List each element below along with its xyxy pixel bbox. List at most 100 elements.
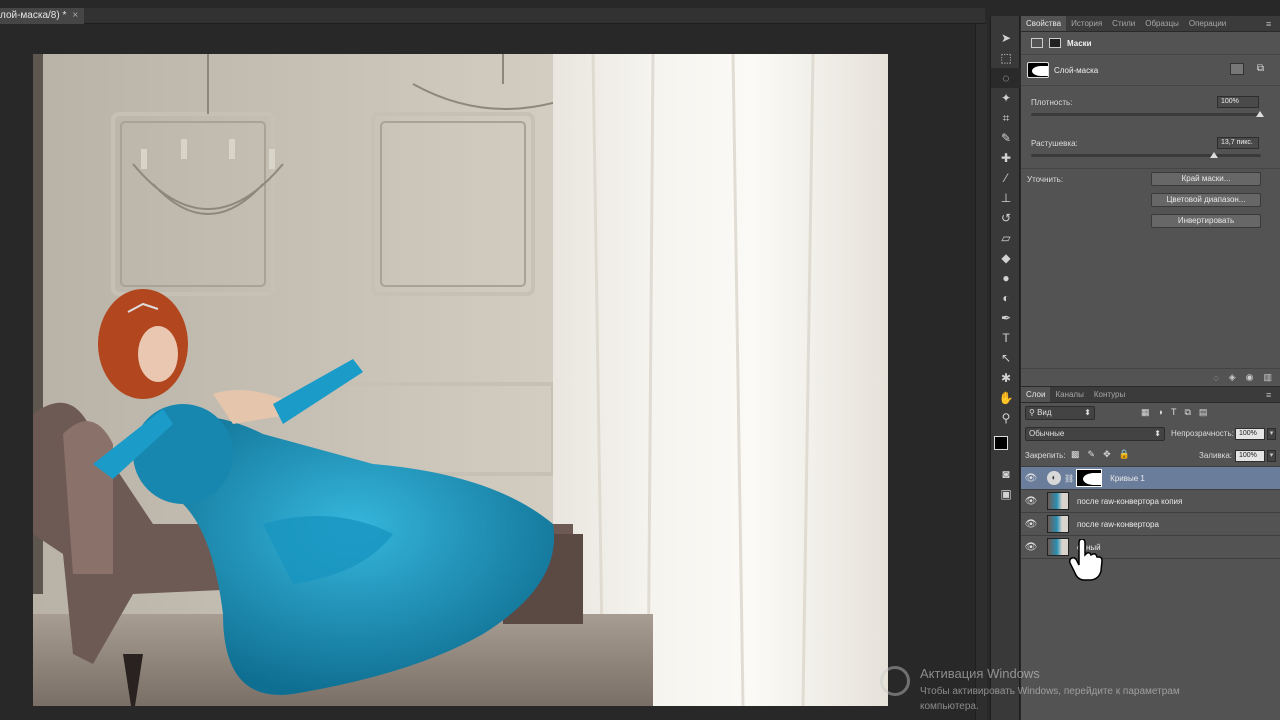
- layer-row-raw-copy[interactable]: 👁 после raw-конвертора копия: [1021, 490, 1280, 513]
- tab-swatches[interactable]: Образцы: [1140, 16, 1184, 31]
- mask-link-icon[interactable]: ⛓: [1064, 474, 1074, 483]
- history-brush-icon[interactable]: ↺: [991, 208, 1021, 228]
- feather-slider-thumb[interactable]: [1210, 152, 1218, 158]
- blend-mode-select[interactable]: Обычные ⬍: [1025, 427, 1165, 441]
- tab-channels[interactable]: Каналы: [1050, 387, 1088, 402]
- type-tool-icon[interactable]: T: [991, 328, 1021, 348]
- invert-button[interactable]: Инвертировать: [1151, 214, 1261, 228]
- vector-mask-icon[interactable]: [1049, 38, 1061, 48]
- refine-label: Уточнить:: [1027, 175, 1064, 184]
- zoom-tool-icon[interactable]: ⚲: [991, 408, 1021, 428]
- pixel-filter-icon[interactable]: ▦: [1141, 407, 1150, 418]
- tools-panel: ➤ ⬚ ◌ ✦ ⌗ ✎ ✚ ⁄ ⊥ ↺ ▱ ◆ ● ◐ ✒ T ↖ ✱ ✋ ⚲ ◙ ▣: [990, 16, 1021, 720]
- visibility-eye-icon[interactable]: 👁: [1021, 473, 1041, 484]
- fill-input[interactable]: 100%: [1235, 450, 1265, 462]
- crop-tool-icon[interactable]: ⌗: [991, 108, 1021, 128]
- delete-mask-icon[interactable]: ▥: [1263, 372, 1272, 383]
- eyedropper-icon[interactable]: ✎: [991, 128, 1021, 148]
- density-slider-thumb[interactable]: [1256, 111, 1264, 117]
- filter-icons: ▦ ◑ T ⧉ ▤: [1141, 407, 1207, 418]
- lock-transparent-icon[interactable]: ▩: [1071, 449, 1080, 460]
- visibility-eye-icon[interactable]: 👁: [1021, 519, 1041, 530]
- paint-bucket-icon[interactable]: ◆: [991, 248, 1021, 268]
- shape-tool-icon[interactable]: ✱: [991, 368, 1021, 388]
- layer-row-curves[interactable]: 👁 ◐ ⛓ Кривые 1: [1021, 467, 1280, 490]
- lock-all-icon[interactable]: 🔒: [1119, 449, 1130, 460]
- move-tool-icon[interactable]: ➤: [991, 28, 1021, 48]
- screen-mode-icon[interactable]: ▣: [991, 484, 1021, 504]
- load-selection-icon[interactable]: ◌: [1213, 373, 1218, 383]
- layer-mask-thumbnail[interactable]: [1076, 469, 1103, 487]
- layer-name[interactable]: после raw-конвертора копия: [1077, 497, 1182, 506]
- panel-menu-icon[interactable]: ≡: [1266, 16, 1280, 31]
- feather-label: Растушевка:: [1031, 139, 1078, 148]
- tab-paths[interactable]: Контуры: [1089, 387, 1130, 402]
- tab-layers[interactable]: Слои: [1021, 387, 1051, 402]
- lock-brush-icon[interactable]: ✎: [1088, 449, 1096, 460]
- density-slider[interactable]: [1031, 113, 1261, 116]
- mask-name: Слой-маска: [1054, 65, 1099, 75]
- properties-panel: Свойства История Стили Образцы Операции …: [1021, 16, 1280, 386]
- feather-slider[interactable]: [1031, 154, 1261, 157]
- path-select-icon[interactable]: ↖: [991, 348, 1021, 368]
- quick-mask-icon[interactable]: ◙: [991, 464, 1021, 484]
- magic-wand-icon[interactable]: ✦: [991, 88, 1021, 108]
- kind-filter-select[interactable]: ⚲ Вид ⬍: [1025, 406, 1095, 420]
- mask-thumbnail[interactable]: [1027, 62, 1049, 78]
- adjustment-filter-icon[interactable]: ◑: [1158, 407, 1163, 418]
- close-tab-icon[interactable]: ×: [72, 8, 78, 24]
- opacity-dropdown[interactable]: ▾: [1267, 428, 1276, 440]
- lock-position-icon[interactable]: ✥: [1103, 449, 1111, 460]
- document-tab[interactable]: лой-маска/8) * ×: [0, 8, 85, 24]
- blend-row: Обычные ⬍ Непрозрачность: 100% ▾: [1021, 423, 1280, 445]
- clone-stamp-icon[interactable]: ⊥: [991, 188, 1021, 208]
- canvas-photo[interactable]: [33, 54, 888, 706]
- layer-row-original[interactable]: 👁 одный: [1021, 536, 1280, 559]
- layer-row-raw[interactable]: 👁 после raw-конвертора: [1021, 513, 1280, 536]
- color-swatches[interactable]: [991, 434, 1019, 464]
- dodge-tool-icon[interactable]: ◐: [991, 288, 1021, 308]
- visibility-eye-icon[interactable]: 👁: [1021, 496, 1041, 507]
- apply-mask-icon[interactable]: ◈: [1229, 372, 1236, 383]
- add-vector-mask-icon[interactable]: ⧉: [1257, 63, 1264, 74]
- shape-filter-icon[interactable]: ⧉: [1184, 407, 1190, 418]
- key-icon: [880, 666, 910, 696]
- opacity-input[interactable]: 100%: [1235, 428, 1265, 440]
- tab-styles[interactable]: Стили: [1107, 16, 1140, 31]
- refine-section: Уточнить: Край маски... Цветовой диапазо…: [1021, 169, 1280, 239]
- tab-history[interactable]: История: [1066, 16, 1107, 31]
- toolbar-grip[interactable]: [991, 16, 1019, 28]
- mask-edge-button[interactable]: Край маски...: [1151, 172, 1261, 186]
- watermark-title: Активация Windows: [920, 666, 1040, 681]
- fill-dropdown[interactable]: ▾: [1267, 450, 1276, 462]
- add-pixel-mask-icon[interactable]: [1230, 63, 1244, 75]
- type-filter-icon[interactable]: T: [1171, 407, 1177, 418]
- canvas-area[interactable]: [0, 24, 985, 720]
- hand-cursor-icon: [1069, 539, 1103, 581]
- blur-tool-icon[interactable]: ●: [991, 268, 1021, 288]
- foreground-color-swatch[interactable]: [994, 436, 1008, 450]
- layer-name[interactable]: после raw-конвертора: [1077, 520, 1159, 529]
- hand-tool-icon[interactable]: ✋: [991, 388, 1021, 408]
- color-range-button[interactable]: Цветовой диапазон...: [1151, 193, 1261, 207]
- pen-tool-icon[interactable]: ✒: [991, 308, 1021, 328]
- layer-name[interactable]: Кривые 1: [1110, 474, 1145, 483]
- brush-tool-icon[interactable]: ⁄: [991, 168, 1021, 188]
- tab-actions[interactable]: Операции: [1184, 16, 1231, 31]
- layers-menu-icon[interactable]: ≡: [1266, 387, 1280, 402]
- density-input[interactable]: 100%: [1217, 96, 1259, 108]
- healing-brush-icon[interactable]: ✚: [991, 148, 1021, 168]
- toggle-mask-icon[interactable]: ◉: [1246, 372, 1254, 383]
- windows-activation-watermark: Активация Windows Чтобы активировать Win…: [880, 660, 1260, 720]
- visibility-eye-icon[interactable]: 👁: [1021, 542, 1041, 553]
- eraser-tool-icon[interactable]: ▱: [991, 228, 1021, 248]
- pixel-mask-icon[interactable]: [1031, 38, 1043, 48]
- smart-object-filter-icon[interactable]: ▤: [1199, 407, 1208, 418]
- tab-properties[interactable]: Свойства: [1021, 16, 1067, 31]
- watermark-line2: компьютера.: [920, 701, 979, 712]
- marquee-tool-icon[interactable]: ⬚: [991, 48, 1021, 68]
- feather-input[interactable]: 13,7 пикс.: [1217, 137, 1259, 149]
- layer-thumbnail: [1047, 538, 1069, 556]
- lasso-tool-icon[interactable]: ◌: [991, 68, 1021, 88]
- canvas-scrollbar[interactable]: [975, 24, 987, 720]
